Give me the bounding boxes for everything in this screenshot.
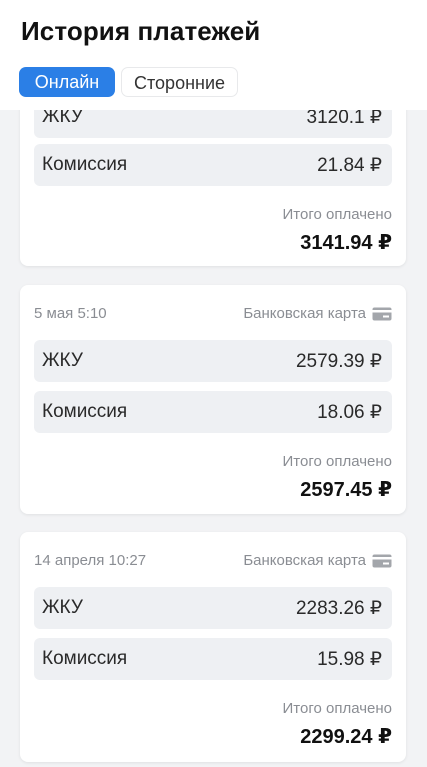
payment-card[interactable]: 5 мая 5:10 Банковская карта ЖКУ 2579.39 … bbox=[20, 285, 406, 514]
line-item-commission: Комиссия 18.06 ₽ bbox=[34, 391, 392, 433]
tab-third-party[interactable]: Сторонние bbox=[121, 67, 239, 97]
page-title: История платежей bbox=[21, 16, 261, 46]
payment-method-label: Банковская карта bbox=[243, 552, 366, 569]
app-header: История платежей Онлайн Сторонние bbox=[0, 0, 427, 110]
payment-date: 5 мая 5:10 bbox=[34, 305, 107, 322]
line-item-amount: 18.06 ₽ bbox=[317, 402, 382, 423]
tab-online[interactable]: Онлайн bbox=[19, 67, 115, 97]
bank-card-icon bbox=[372, 554, 392, 567]
payment-card[interactable]: ЖКУ 3120.1 ₽ Комиссия 21.84 ₽ Итого опла… bbox=[20, 98, 406, 266]
line-item-commission: Комиссия 15.98 ₽ bbox=[34, 638, 392, 680]
line-item-label: Комиссия bbox=[42, 648, 128, 669]
total-label: Итого оплачено bbox=[282, 453, 393, 470]
line-item-amount: 15.98 ₽ bbox=[317, 649, 382, 670]
total-amount: 2299.24 ₽ bbox=[300, 726, 392, 748]
payment-meta: 5 мая 5:10 Банковская карта bbox=[34, 305, 392, 325]
total-amount: 3141.94 ₽ bbox=[300, 232, 392, 254]
payment-card[interactable]: 14 апреля 10:27 Банковская карта ЖКУ 228… bbox=[20, 532, 406, 762]
line-item-amount: 2283.26 ₽ bbox=[295, 598, 382, 619]
payment-meta: 14 апреля 10:27 Банковская карта bbox=[34, 552, 392, 572]
line-item-amount: 21.84 ₽ bbox=[317, 155, 382, 176]
bank-card-icon bbox=[372, 307, 392, 320]
payment-date: 14 апреля 10:27 bbox=[34, 552, 147, 569]
total-label: Итого оплачено bbox=[282, 700, 393, 717]
line-item-label: Комиссия bbox=[42, 401, 128, 422]
line-item-label: Комиссия bbox=[42, 154, 128, 175]
payment-method-label: Банковская карта bbox=[243, 305, 366, 322]
payment-method: Банковская карта bbox=[243, 305, 392, 322]
line-item-housing: ЖКУ 2283.26 ₽ bbox=[34, 587, 392, 629]
line-item-housing: ЖКУ 2579.39 ₽ bbox=[34, 340, 392, 382]
payment-method: Банковская карта bbox=[243, 552, 392, 569]
tab-bar: Онлайн Сторонние bbox=[19, 67, 239, 97]
line-item-amount: 2579.39 ₽ bbox=[295, 351, 382, 372]
total-amount: 2597.45 ₽ bbox=[300, 479, 392, 501]
line-item-label: ЖКУ bbox=[42, 350, 83, 371]
line-item-label: ЖКУ bbox=[42, 597, 83, 618]
line-item-commission: Комиссия 21.84 ₽ bbox=[34, 144, 392, 186]
payments-list[interactable]: ЖКУ 3120.1 ₽ Комиссия 21.84 ₽ Итого опла… bbox=[0, 98, 427, 767]
total-label: Итого оплачено bbox=[282, 206, 393, 223]
